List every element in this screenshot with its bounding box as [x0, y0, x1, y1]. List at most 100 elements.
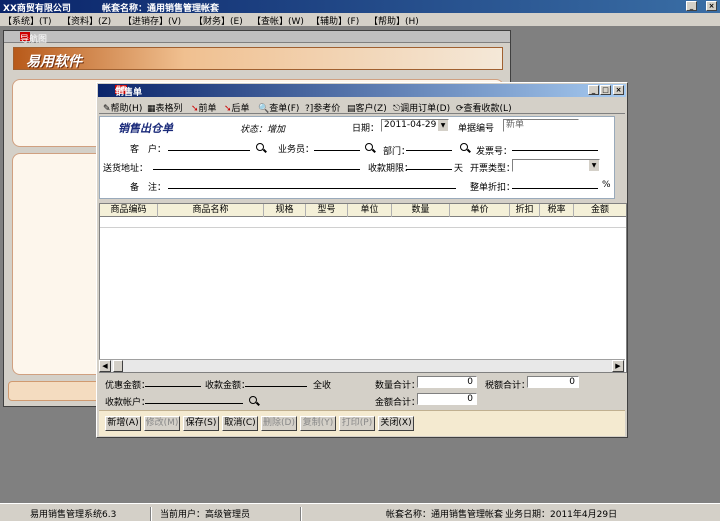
- salesman-input[interactable]: [314, 141, 360, 151]
- col-model[interactable]: 型号: [306, 204, 348, 217]
- date-label: 日期：: [352, 124, 380, 134]
- minimize-button[interactable]: _: [686, 1, 697, 11]
- days-unit: 天: [454, 164, 464, 174]
- scroll-left-icon[interactable]: ◀: [99, 360, 111, 372]
- form-heading: 销售出仓单: [118, 122, 173, 135]
- nav-window-title: 导航图: [20, 35, 48, 45]
- sales-close-button[interactable]: ×: [613, 85, 624, 95]
- next-arrow-icon: ➘: [224, 104, 232, 114]
- toolbar-help[interactable]: ✎帮助(H): [103, 101, 142, 114]
- chevron-down-icon[interactable]: ▼: [438, 120, 448, 131]
- remark-label: 备 注：: [130, 183, 167, 193]
- invoice-type-label: 开票类型：: [470, 164, 516, 174]
- col-name[interactable]: 商品名称: [158, 204, 264, 217]
- col-amount[interactable]: 金额: [574, 204, 626, 217]
- toolbar-ref-price[interactable]: ?]参考价: [305, 101, 340, 114]
- scroll-right-icon[interactable]: ▶: [612, 360, 624, 372]
- remark-input[interactable]: [168, 179, 456, 189]
- status-biz-date: 业务日期：2011年4月29日: [505, 510, 618, 520]
- sales-window-caption: 易用 销售单 _ □ ×: [98, 84, 626, 98]
- tax-total-label: 税额合计：: [485, 381, 531, 391]
- chevron-down-icon[interactable]: ▼: [589, 160, 599, 171]
- received-input[interactable]: [245, 377, 307, 387]
- toolbar-next[interactable]: ➘后单: [224, 101, 250, 114]
- toolbar-columns[interactable]: ▦表格列: [147, 101, 183, 114]
- tax-total-value: 0: [527, 376, 579, 388]
- invoice-label: 发票号：: [476, 147, 513, 157]
- account-search-icon[interactable]: [249, 396, 257, 404]
- save-button[interactable]: 保存(S): [183, 416, 219, 431]
- close-app-button[interactable]: ×: [706, 1, 717, 11]
- scroll-thumb[interactable]: [113, 360, 123, 372]
- dept-search-icon[interactable]: [460, 143, 468, 151]
- account-input[interactable]: [145, 394, 243, 404]
- col-spec[interactable]: 规格: [264, 204, 306, 217]
- col-price[interactable]: 单价: [450, 204, 510, 217]
- toolbar-customer[interactable]: ▤客户(Z): [347, 101, 387, 114]
- status-user: 当前用户：高级管理员: [160, 510, 251, 520]
- toolbar-prev[interactable]: ➘前单: [191, 101, 217, 114]
- menu-finance[interactable]: 【财务】(E): [194, 14, 243, 27]
- items-grid[interactable]: 商品编码 商品名称 规格 型号 单位 数量 单价 折扣 税率 金额: [99, 203, 627, 373]
- amount-total-value: 0: [417, 393, 477, 405]
- customer-label: 客 户：: [130, 145, 167, 155]
- toolbar-find[interactable]: 🔍查单(F): [258, 101, 299, 114]
- invoice-input[interactable]: [512, 141, 598, 151]
- discount-label: 整单折扣：: [470, 183, 516, 193]
- col-unit[interactable]: 单位: [348, 204, 392, 217]
- dept-input[interactable]: [406, 141, 452, 151]
- doc-no-field[interactable]: 新单: [503, 119, 579, 132]
- menu-aux[interactable]: 【辅助】(F): [311, 14, 359, 27]
- received-label: 收款金额：: [205, 381, 251, 391]
- prev-arrow-icon: ➘: [191, 104, 199, 114]
- new-button[interactable]: 新增(A): [105, 416, 141, 431]
- discount-input[interactable]: [512, 179, 598, 189]
- menu-inventory[interactable]: 【进销存】(V): [123, 14, 181, 27]
- cancel-button[interactable]: 取消(C): [222, 416, 258, 431]
- grid-header: 商品编码 商品名称 规格 型号 单位 数量 单价 折扣 税率 金额: [100, 204, 626, 217]
- menu-data[interactable]: 【资料】(Z): [62, 14, 111, 27]
- col-qty[interactable]: 数量: [392, 204, 450, 217]
- horizontal-scrollbar[interactable]: ◀ ▶: [99, 359, 625, 372]
- status-account: 帐套名称：通用销售管理帐套: [386, 510, 504, 520]
- menu-accounts[interactable]: 【查帐】(W): [252, 14, 304, 27]
- sales-form: 销售出仓单 状态：增加 日期： 2011-04-29 ▼ 单据编号 新单 客 户…: [99, 116, 615, 199]
- salesman-search-icon[interactable]: [365, 143, 373, 151]
- edit-button[interactable]: 修改(M): [144, 416, 180, 431]
- delete-button[interactable]: 删除(D): [261, 416, 297, 431]
- print-button[interactable]: 打印(P): [339, 416, 375, 431]
- sales-restore-button[interactable]: □: [600, 85, 611, 95]
- sales-toolbar: ✎帮助(H) ▦表格列 ➘前单 ➘后单 🔍查单(F) ?]参考价 ▤客户(Z) …: [99, 98, 625, 114]
- full-receive-button[interactable]: 全收: [313, 378, 331, 391]
- sales-minimize-button[interactable]: _: [588, 85, 599, 95]
- sales-window-title: 销售单: [115, 88, 143, 98]
- qty-total-label: 数量合计：: [375, 381, 421, 391]
- promo-input[interactable]: [145, 377, 201, 387]
- doc-no-label: 单据编号: [458, 124, 495, 134]
- amount-total-label: 金额合计：: [375, 398, 421, 408]
- customer-input[interactable]: [168, 141, 250, 151]
- copy-button[interactable]: 复制(Y): [300, 416, 336, 431]
- menu-help[interactable]: 【帮助】(H): [369, 14, 419, 27]
- due-input[interactable]: [406, 160, 452, 170]
- date-field[interactable]: 2011-04-29 ▼: [381, 119, 449, 132]
- customer-search-icon[interactable]: [256, 143, 264, 151]
- col-tax[interactable]: 税率: [540, 204, 574, 217]
- table-row[interactable]: [100, 217, 626, 228]
- percent-sign: %: [602, 180, 611, 190]
- address-label: 送货地址：: [103, 164, 149, 174]
- close-button[interactable]: 关闭(X): [378, 416, 414, 431]
- toolbar-view-receipts[interactable]: ⟳查看收款(L): [456, 101, 512, 114]
- sales-window: 易用 销售单 _ □ × ✎帮助(H) ▦表格列 ➘前单 ➘后单 🔍查单(F) …: [96, 82, 628, 438]
- address-input[interactable]: [153, 160, 360, 170]
- salesman-label: 业务员：: [278, 145, 315, 155]
- col-discount[interactable]: 折扣: [510, 204, 540, 217]
- col-code[interactable]: 商品编码: [100, 204, 158, 217]
- invoice-type-select[interactable]: ▼: [512, 159, 600, 172]
- status-separator: [300, 507, 302, 521]
- status-text: 状态：增加: [240, 125, 286, 135]
- menu-system[interactable]: 【系统】(T): [3, 14, 52, 27]
- status-system: 易用销售管理系统6.3: [30, 510, 117, 520]
- brand-banner: 易用软件: [13, 47, 503, 70]
- toolbar-load-order[interactable]: ⎋调用订单(D): [393, 101, 450, 114]
